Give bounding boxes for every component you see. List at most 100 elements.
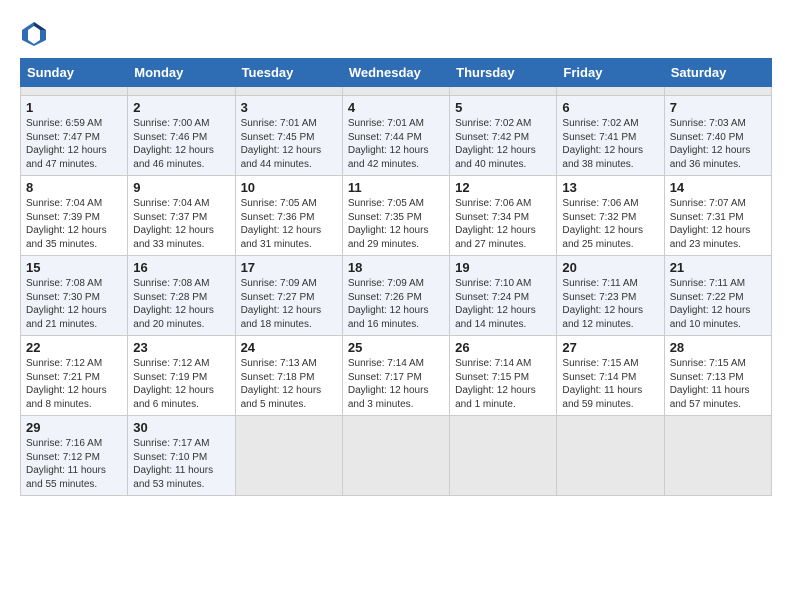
day-of-week-header: Monday	[128, 59, 235, 87]
day-number: 10	[241, 180, 337, 195]
day-number: 2	[133, 100, 229, 115]
calendar-week-row: 8Sunrise: 7:04 AM Sunset: 7:39 PM Daylig…	[21, 176, 772, 256]
day-number: 25	[348, 340, 444, 355]
calendar-day-cell: 15 Sunrise: 7:08 AM Sunset: 7:30 PM Dayli…	[21, 256, 128, 336]
calendar-day-cell: 25 Sunrise: 7:14 AM Sunset: 7:17 PM Dayli…	[342, 336, 449, 416]
calendar-day-cell: 27 Sunrise: 7:15 AM Sunset: 7:14 PM Dayli…	[557, 336, 664, 416]
calendar-day-cell	[21, 87, 128, 96]
calendar-day-cell: 2 Sunrise: 7:00 AM Sunset: 7:46 PM Daylig…	[128, 96, 235, 176]
calendar-day-cell: 7 Sunrise: 7:03 AM Sunset: 7:40 PM Daylig…	[664, 96, 771, 176]
day-info: Sunrise: 7:14 AM Sunset: 7:17 PM Dayligh…	[348, 357, 444, 411]
day-info: Sunrise: 7:17 AM Sunset: 7:10 PM Dayligh…	[133, 437, 229, 491]
calendar-day-cell	[557, 416, 664, 496]
day-of-week-header: Saturday	[664, 59, 771, 87]
day-info: Sunrise: 7:02 AM Sunset: 7:42 PM Dayligh…	[455, 117, 551, 171]
calendar-day-cell: 24 Sunrise: 7:13 AM Sunset: 7:18 PM Dayli…	[235, 336, 342, 416]
calendar-week-row: 29 Sunrise: 7:16 AM Sunset: 7:12 PM Dayli…	[21, 416, 772, 496]
calendar-day-cell: 26 Sunrise: 7:14 AM Sunset: 7:15 PM Dayli…	[450, 336, 557, 416]
day-number: 16	[133, 260, 229, 275]
calendar-day-cell	[450, 416, 557, 496]
day-number: 14	[670, 180, 766, 195]
day-info: Sunrise: 7:05 AM Sunset: 7:35 PM Dayligh…	[348, 197, 444, 251]
calendar-day-cell: 9 Sunrise: 7:04 AM Sunset: 7:37 PM Daylig…	[128, 176, 235, 256]
day-info: Sunrise: 7:04 AM Sunset: 7:39 PM Dayligh…	[26, 197, 122, 251]
day-number: 1	[26, 100, 122, 115]
calendar-day-cell	[235, 416, 342, 496]
day-number: 11	[348, 180, 444, 195]
day-info: Sunrise: 7:08 AM Sunset: 7:28 PM Dayligh…	[133, 277, 229, 331]
calendar-day-cell: 11 Sunrise: 7:05 AM Sunset: 7:35 PM Dayli…	[342, 176, 449, 256]
calendar-day-cell: 1 Sunrise: 6:59 AM Sunset: 7:47 PM Daylig…	[21, 96, 128, 176]
day-info: Sunrise: 7:00 AM Sunset: 7:46 PM Dayligh…	[133, 117, 229, 171]
day-number: 29	[26, 420, 122, 435]
day-number: 12	[455, 180, 551, 195]
calendar-day-cell	[342, 416, 449, 496]
calendar-day-cell: 21Sunrise: 7:11 AM Sunset: 7:22 PM Dayli…	[664, 256, 771, 336]
calendar-week-row: 15 Sunrise: 7:08 AM Sunset: 7:30 PM Dayli…	[21, 256, 772, 336]
logo	[20, 20, 52, 48]
day-number: 9	[133, 180, 229, 195]
calendar-day-cell: 28Sunrise: 7:15 AM Sunset: 7:13 PM Dayli…	[664, 336, 771, 416]
day-number: 27	[562, 340, 658, 355]
day-info: Sunrise: 7:16 AM Sunset: 7:12 PM Dayligh…	[26, 437, 122, 491]
day-info: Sunrise: 7:05 AM Sunset: 7:36 PM Dayligh…	[241, 197, 337, 251]
day-info: Sunrise: 7:11 AM Sunset: 7:22 PM Dayligh…	[670, 277, 766, 331]
calendar-day-cell	[342, 87, 449, 96]
calendar-day-cell: 17 Sunrise: 7:09 AM Sunset: 7:27 PM Dayli…	[235, 256, 342, 336]
day-info: Sunrise: 7:14 AM Sunset: 7:15 PM Dayligh…	[455, 357, 551, 411]
calendar-day-cell: 22Sunrise: 7:12 AM Sunset: 7:21 PM Dayli…	[21, 336, 128, 416]
day-number: 24	[241, 340, 337, 355]
day-number: 20	[562, 260, 658, 275]
calendar-day-cell: 13Sunrise: 7:06 AM Sunset: 7:32 PM Dayli…	[557, 176, 664, 256]
day-info: Sunrise: 7:07 AM Sunset: 7:31 PM Dayligh…	[670, 197, 766, 251]
day-info: Sunrise: 6:59 AM Sunset: 7:47 PM Dayligh…	[26, 117, 122, 171]
calendar-day-cell	[664, 416, 771, 496]
day-info: Sunrise: 7:15 AM Sunset: 7:14 PM Dayligh…	[562, 357, 658, 411]
calendar-day-cell	[664, 87, 771, 96]
logo-icon	[20, 20, 48, 48]
day-number: 30	[133, 420, 229, 435]
day-info: Sunrise: 7:04 AM Sunset: 7:37 PM Dayligh…	[133, 197, 229, 251]
day-of-week-header: Tuesday	[235, 59, 342, 87]
day-number: 28	[670, 340, 766, 355]
day-of-week-header: Wednesday	[342, 59, 449, 87]
day-of-week-header: Sunday	[21, 59, 128, 87]
day-number: 19	[455, 260, 551, 275]
calendar-day-cell: 20Sunrise: 7:11 AM Sunset: 7:23 PM Dayli…	[557, 256, 664, 336]
day-info: Sunrise: 7:03 AM Sunset: 7:40 PM Dayligh…	[670, 117, 766, 171]
day-of-week-header: Thursday	[450, 59, 557, 87]
calendar-day-cell: 18Sunrise: 7:09 AM Sunset: 7:26 PM Dayli…	[342, 256, 449, 336]
calendar-day-cell: 19 Sunrise: 7:10 AM Sunset: 7:24 PM Dayli…	[450, 256, 557, 336]
calendar-day-cell: 30 Sunrise: 7:17 AM Sunset: 7:10 PM Dayli…	[128, 416, 235, 496]
calendar-day-cell	[235, 87, 342, 96]
day-number: 26	[455, 340, 551, 355]
day-number: 15	[26, 260, 122, 275]
calendar-day-cell: 4Sunrise: 7:01 AM Sunset: 7:44 PM Daylig…	[342, 96, 449, 176]
calendar-day-cell: 23 Sunrise: 7:12 AM Sunset: 7:19 PM Dayli…	[128, 336, 235, 416]
day-info: Sunrise: 7:01 AM Sunset: 7:45 PM Dayligh…	[241, 117, 337, 171]
day-number: 13	[562, 180, 658, 195]
calendar-week-row: 1 Sunrise: 6:59 AM Sunset: 7:47 PM Daylig…	[21, 96, 772, 176]
day-number: 23	[133, 340, 229, 355]
day-number: 17	[241, 260, 337, 275]
day-info: Sunrise: 7:09 AM Sunset: 7:27 PM Dayligh…	[241, 277, 337, 331]
calendar-day-cell: 3Sunrise: 7:01 AM Sunset: 7:45 PM Daylig…	[235, 96, 342, 176]
calendar-day-cell: 6 Sunrise: 7:02 AM Sunset: 7:41 PM Daylig…	[557, 96, 664, 176]
page-header	[20, 20, 772, 48]
day-number: 7	[670, 100, 766, 115]
calendar-week-row	[21, 87, 772, 96]
day-info: Sunrise: 7:10 AM Sunset: 7:24 PM Dayligh…	[455, 277, 551, 331]
day-info: Sunrise: 7:12 AM Sunset: 7:19 PM Dayligh…	[133, 357, 229, 411]
day-info: Sunrise: 7:08 AM Sunset: 7:30 PM Dayligh…	[26, 277, 122, 331]
calendar-day-cell: 16 Sunrise: 7:08 AM Sunset: 7:28 PM Dayli…	[128, 256, 235, 336]
calendar-day-cell: 5Sunrise: 7:02 AM Sunset: 7:42 PM Daylig…	[450, 96, 557, 176]
calendar-week-row: 22Sunrise: 7:12 AM Sunset: 7:21 PM Dayli…	[21, 336, 772, 416]
day-number: 22	[26, 340, 122, 355]
day-info: Sunrise: 7:02 AM Sunset: 7:41 PM Dayligh…	[562, 117, 658, 171]
calendar-day-cell	[128, 87, 235, 96]
calendar-day-cell: 10 Sunrise: 7:05 AM Sunset: 7:36 PM Dayli…	[235, 176, 342, 256]
day-info: Sunrise: 7:13 AM Sunset: 7:18 PM Dayligh…	[241, 357, 337, 411]
day-number: 6	[562, 100, 658, 115]
calendar-day-cell: 29 Sunrise: 7:16 AM Sunset: 7:12 PM Dayli…	[21, 416, 128, 496]
day-of-week-header: Friday	[557, 59, 664, 87]
